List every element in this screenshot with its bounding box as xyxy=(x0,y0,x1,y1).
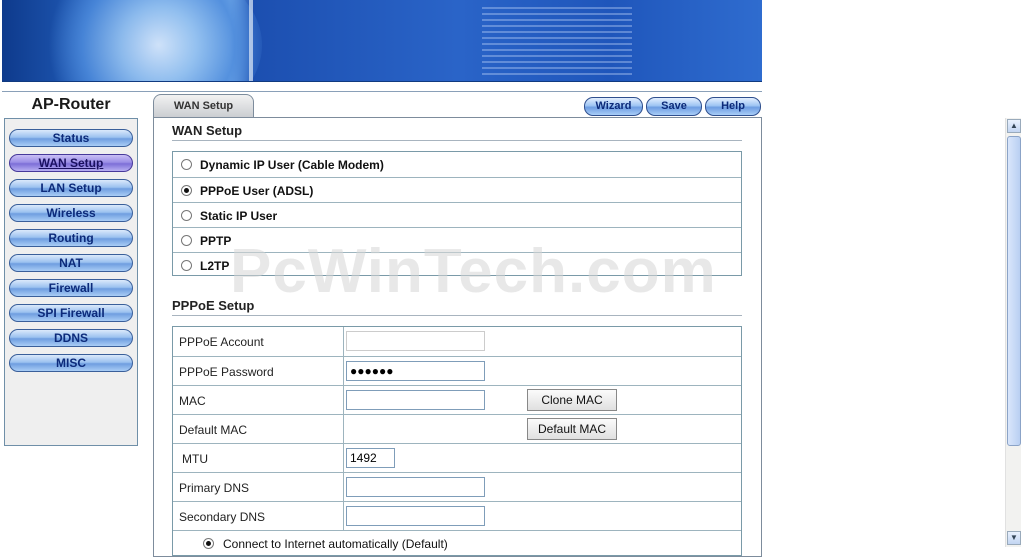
radio-connect-auto[interactable] xyxy=(203,538,214,549)
row-secondary-dns: Secondary DNS xyxy=(173,501,741,530)
default-mac-button[interactable]: Default MAC xyxy=(527,418,617,440)
radio-dynamic-ip[interactable] xyxy=(181,159,192,170)
save-button[interactable]: Save xyxy=(646,97,702,116)
option-pptp[interactable]: PPTP xyxy=(173,227,741,252)
pppoe-section-title: PPPoE Setup xyxy=(172,298,255,313)
sidebar-item-spi-firewall[interactable]: SPI Firewall xyxy=(9,304,133,322)
sidebar-item-status[interactable]: Status xyxy=(9,129,133,147)
sidebar: Status WAN Setup LAN Setup Wireless Rout… xyxy=(4,118,138,446)
scroll-down-icon[interactable]: ▼ xyxy=(1007,531,1021,545)
radio-pppoe[interactable] xyxy=(181,185,192,196)
wan-section-title: WAN Setup xyxy=(172,123,243,138)
sidebar-item-routing[interactable]: Routing xyxy=(9,229,133,247)
option-dynamic-ip[interactable]: Dynamic IP User (Cable Modem) xyxy=(173,152,741,177)
wan-type-options: Dynamic IP User (Cable Modem) PPPoE User… xyxy=(172,151,742,276)
header-banner xyxy=(2,0,762,82)
sidebar-item-lan-setup[interactable]: LAN Setup xyxy=(9,179,133,197)
brand-title: AP-Router xyxy=(31,96,111,113)
pppoe-password-input[interactable] xyxy=(346,361,485,381)
clone-mac-button[interactable]: Clone MAC xyxy=(527,389,617,411)
tab-wan-setup[interactable]: WAN Setup xyxy=(153,94,254,118)
secondary-dns-input[interactable] xyxy=(346,506,485,526)
vertical-scrollbar[interactable]: ▲ ▼ xyxy=(1005,118,1021,547)
pppoe-settings-table: PPPoE Account PPPoE Password MAC Clone M… xyxy=(172,326,742,556)
radio-pptp[interactable] xyxy=(181,235,192,246)
mac-input[interactable] xyxy=(346,390,485,410)
help-button[interactable]: Help xyxy=(705,97,761,116)
mtu-input[interactable] xyxy=(346,448,395,468)
sidebar-item-firewall[interactable]: Firewall xyxy=(9,279,133,297)
option-pppoe[interactable]: PPPoE User (ADSL) xyxy=(173,177,741,202)
sidebar-item-nat[interactable]: NAT xyxy=(9,254,133,272)
row-connect-auto: Connect to Internet automatically (Defau… xyxy=(173,530,741,559)
primary-dns-input[interactable] xyxy=(346,477,485,497)
sidebar-item-wan-setup[interactable]: WAN Setup xyxy=(9,154,133,172)
sidebar-item-ddns[interactable]: DDNS xyxy=(9,329,133,347)
scroll-up-icon[interactable]: ▲ xyxy=(1007,119,1021,133)
radio-l2tp[interactable] xyxy=(181,260,192,271)
row-default-mac: Default MAC Default MAC xyxy=(173,414,741,443)
wizard-button[interactable]: Wizard xyxy=(584,97,643,116)
scrollbar-thumb[interactable] xyxy=(1007,136,1021,446)
radio-static-ip[interactable] xyxy=(181,210,192,221)
sidebar-item-wireless[interactable]: Wireless xyxy=(9,204,133,222)
pppoe-account-input[interactable] xyxy=(346,331,485,351)
sidebar-item-misc[interactable]: MISC xyxy=(9,354,133,372)
row-pppoe-password: PPPoE Password xyxy=(173,356,741,385)
globe-graphic xyxy=(32,0,262,81)
row-primary-dns: Primary DNS xyxy=(173,472,741,501)
row-mac: MAC Clone MAC xyxy=(173,385,741,414)
option-static-ip[interactable]: Static IP User xyxy=(173,202,741,227)
row-mtu: MTU xyxy=(173,443,741,472)
row-pppoe-account: PPPoE Account xyxy=(173,327,741,356)
option-l2tp[interactable]: L2TP xyxy=(173,252,741,277)
